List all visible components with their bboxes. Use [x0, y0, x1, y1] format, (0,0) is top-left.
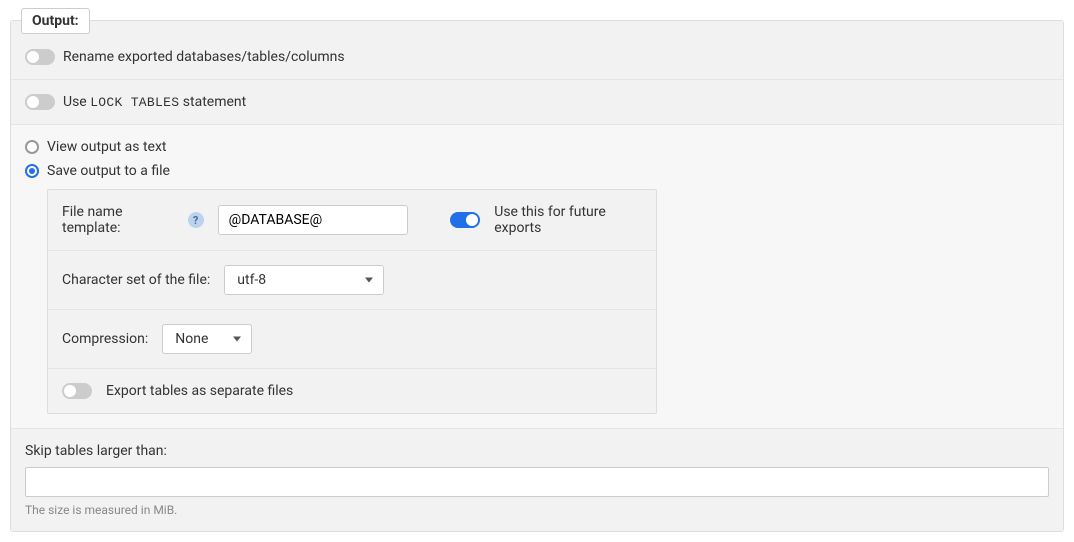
- radio-view-as-text[interactable]: [25, 140, 39, 154]
- radio-view-as-text-label: View output as text: [47, 139, 167, 155]
- rename-toggle[interactable]: [25, 49, 55, 65]
- rename-section: Rename exported databases/tables/columns: [11, 21, 1063, 80]
- skip-hint: The size is measured in MiB.: [25, 503, 1049, 517]
- charset-label: Character set of the file:: [62, 272, 210, 288]
- skip-label: Skip tables larger than:: [25, 443, 1049, 459]
- future-exports-toggle[interactable]: [450, 212, 480, 228]
- output-fieldset: Output: Rename exported databases/tables…: [10, 20, 1064, 532]
- separate-files-row: Export tables as separate files: [48, 369, 656, 413]
- charset-select[interactable]: utf-8: [224, 265, 384, 295]
- compression-row: Compression: None: [48, 310, 656, 369]
- filename-input[interactable]: [218, 205, 408, 235]
- radio-save-to-file-label: Save output to a file: [47, 163, 170, 179]
- skip-section: Skip tables larger than: The size is mea…: [11, 429, 1063, 531]
- chevron-down-icon: [365, 278, 373, 283]
- output-legend: Output:: [21, 8, 90, 34]
- skip-input[interactable]: [25, 467, 1049, 497]
- lock-tables-section: Use LOCK TABLES statement: [11, 80, 1063, 125]
- separate-files-label: Export tables as separate files: [106, 383, 293, 399]
- output-mode-section: View output as text Save output to a fil…: [11, 125, 1063, 429]
- filename-label: File name template:: [62, 204, 174, 236]
- lock-tables-label: Use LOCK TABLES statement: [63, 94, 246, 110]
- compression-select[interactable]: None: [162, 324, 252, 354]
- rename-label: Rename exported databases/tables/columns: [63, 49, 345, 65]
- radio-save-to-file[interactable]: [25, 164, 39, 178]
- chevron-down-icon: [233, 337, 241, 342]
- file-settings-panel: File name template: ? Use this for futur…: [47, 189, 657, 414]
- help-icon[interactable]: ?: [188, 212, 204, 228]
- separate-files-toggle[interactable]: [62, 383, 92, 399]
- lock-tables-toggle[interactable]: [25, 94, 55, 110]
- compression-label: Compression:: [62, 331, 148, 347]
- charset-row: Character set of the file: utf-8: [48, 251, 656, 310]
- future-exports-label: Use this for future exports: [494, 204, 642, 236]
- filename-row: File name template: ? Use this for futur…: [48, 190, 656, 251]
